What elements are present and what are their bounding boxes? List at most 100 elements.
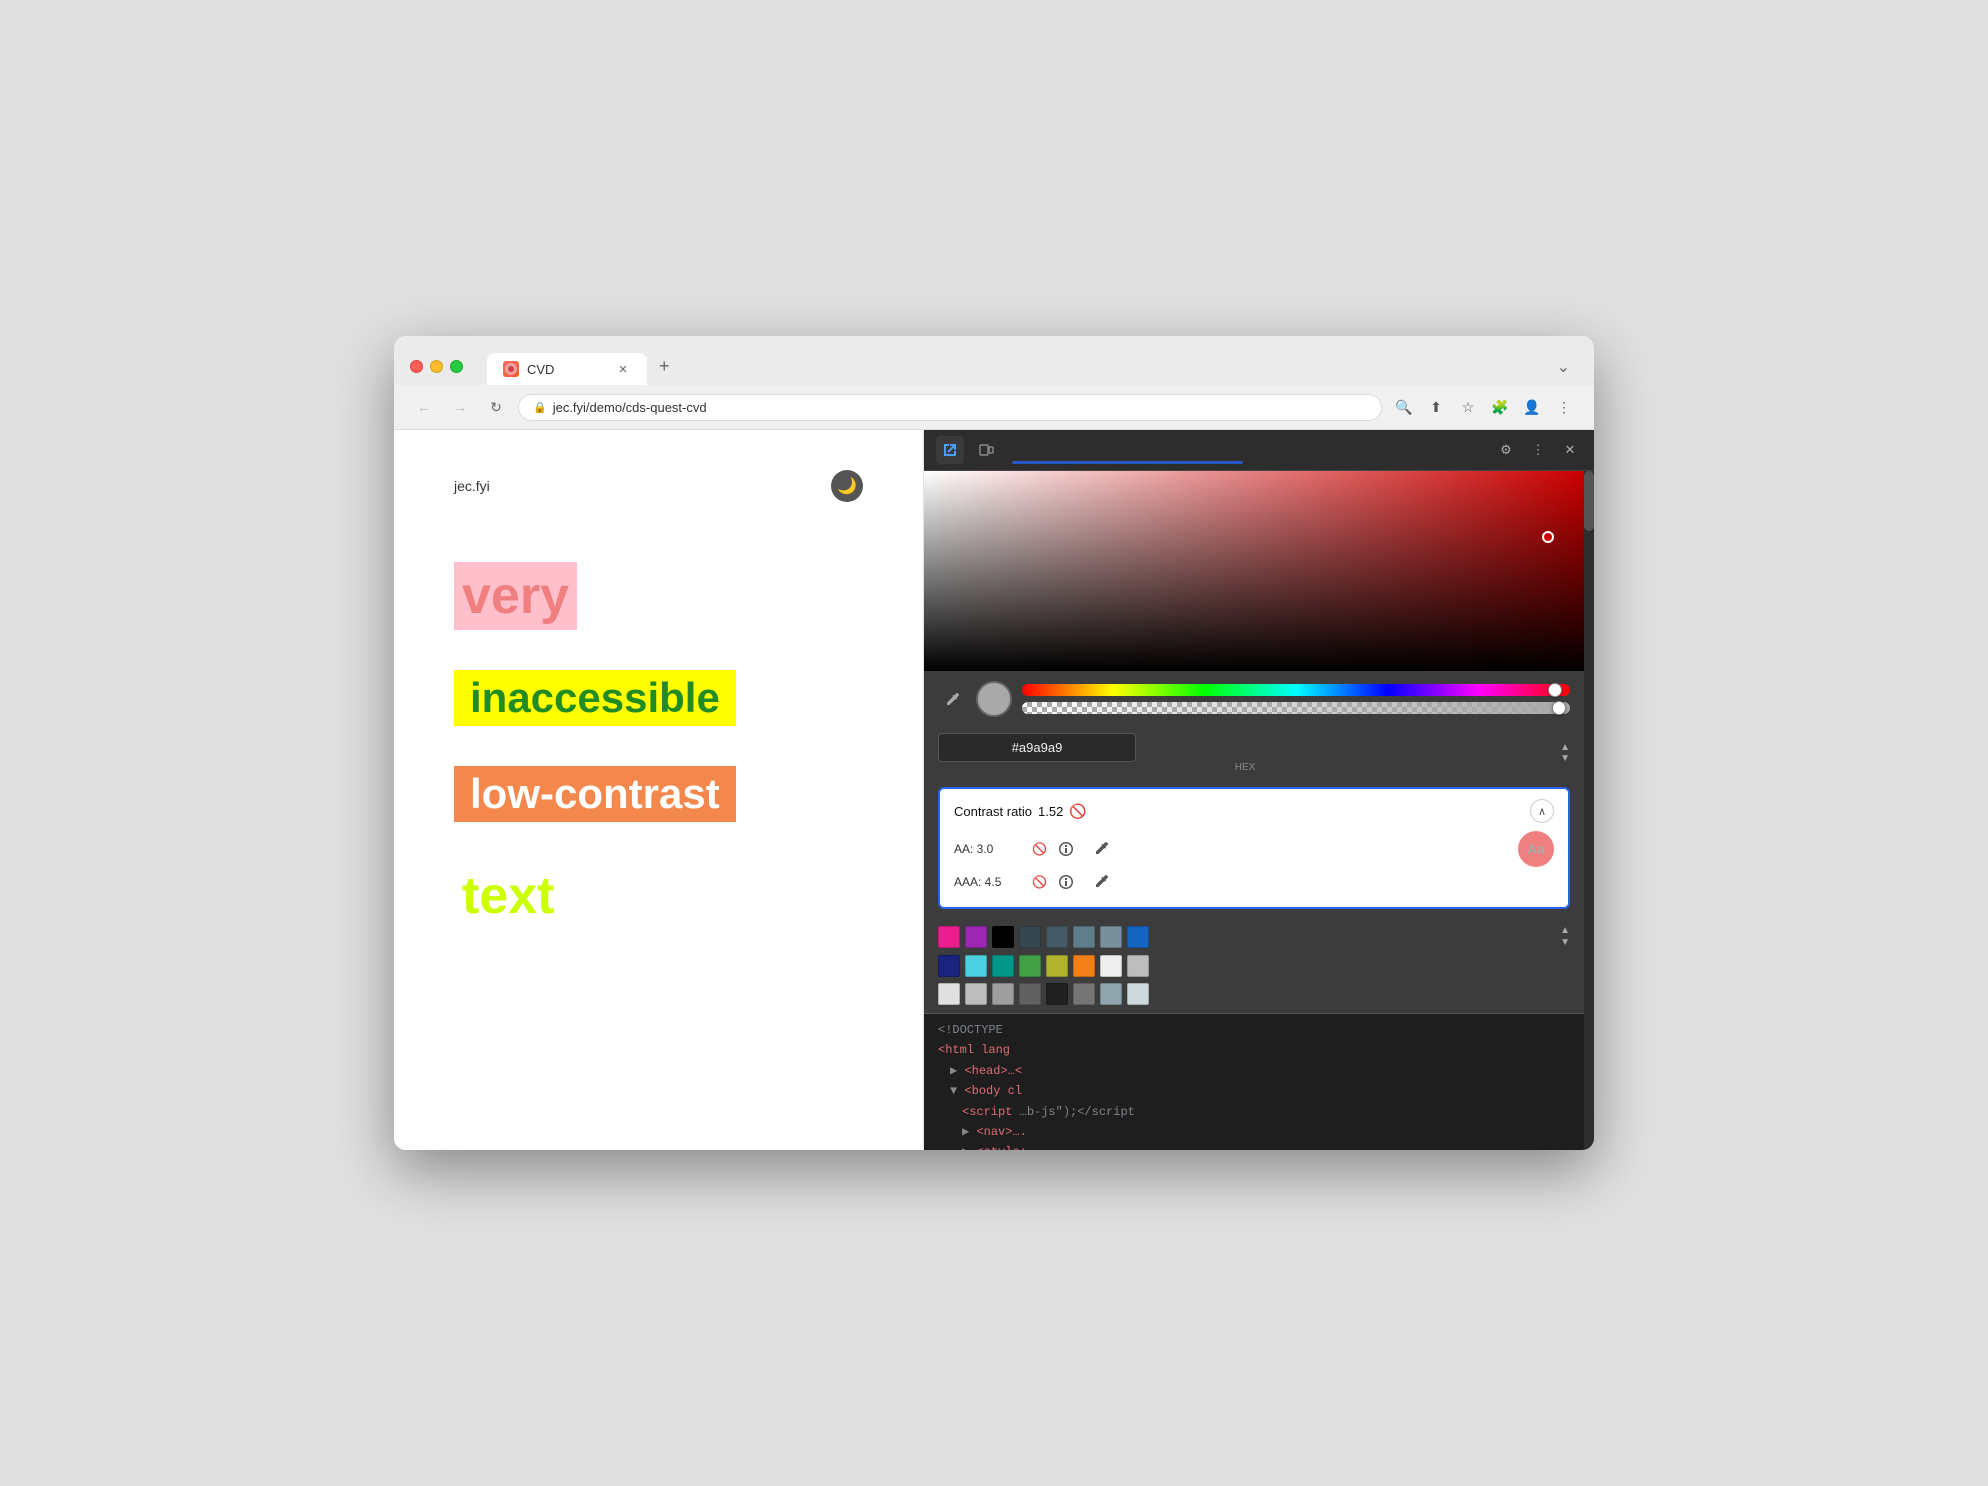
swatch-dark-blue[interactable]: [1127, 926, 1149, 948]
swatch-ice-blue[interactable]: [1127, 983, 1149, 1005]
share-button[interactable]: ⬆: [1422, 393, 1450, 421]
alpha-slider[interactable]: [1022, 702, 1570, 714]
hex-arrows[interactable]: ▲ ▼: [1560, 742, 1570, 764]
more-options-button[interactable]: ⋮: [1526, 438, 1550, 462]
swatch-purple[interactable]: [965, 926, 987, 948]
swatch-grey-3[interactable]: [992, 983, 1014, 1005]
hex-up-arrow[interactable]: ▲: [1560, 742, 1570, 753]
close-devtools-button[interactable]: ✕: [1558, 438, 1582, 462]
color-controls: [924, 671, 1584, 727]
scrollbar-thumb[interactable]: [1584, 471, 1594, 531]
demo-text-low-contrast: low-contrast: [454, 766, 736, 822]
dark-mode-button[interactable]: 🌙: [831, 470, 863, 502]
webpage-area: jec.fyi 🌙 very inaccessible low-contrast…: [394, 430, 924, 1150]
swatch-cyan[interactable]: [965, 955, 987, 977]
traffic-lights: [410, 360, 463, 373]
address-actions: 🔍 ⬆ ☆ 🧩 👤 ⋮: [1390, 393, 1578, 421]
tab-close-button[interactable]: ✕: [615, 361, 631, 377]
forward-button[interactable]: →: [446, 393, 474, 421]
swatch-very-dark[interactable]: [1046, 983, 1068, 1005]
color-gradient[interactable]: [924, 471, 1584, 671]
aa-fix-button[interactable]: [1055, 838, 1077, 860]
swatch-grey[interactable]: [1127, 955, 1149, 977]
demo-line-text: text: [454, 862, 863, 930]
swatch-blue-grey-3[interactable]: [1073, 926, 1095, 948]
swatch-blue-grey-dark[interactable]: [1019, 926, 1041, 948]
swatch-teal[interactable]: [992, 955, 1014, 977]
demo-line-low-contrast: low-contrast: [454, 766, 863, 822]
hue-thumb: [1548, 683, 1562, 697]
palette-row-1: ▲ ▼: [938, 925, 1570, 949]
search-button[interactable]: 🔍: [1390, 393, 1418, 421]
palette-row-2: [938, 955, 1570, 977]
reload-button[interactable]: ↻: [482, 393, 510, 421]
alpha-thumb: [1552, 701, 1566, 715]
swatch-pink[interactable]: [938, 926, 960, 948]
color-picker-panel: HEX ▲ ▼ Contrast ratio: [924, 471, 1584, 1014]
html-line-head[interactable]: ▶ <head>…<: [938, 1061, 1570, 1081]
swatch-amber[interactable]: [1073, 955, 1095, 977]
eyedropper-button[interactable]: [938, 685, 966, 713]
contrast-fail-icon: 🚫: [1069, 803, 1086, 820]
lock-icon: 🔒: [533, 401, 547, 414]
hue-slider[interactable]: [1022, 684, 1570, 696]
html-line-style[interactable]: ▶ <style:: [938, 1142, 1570, 1150]
contrast-ratio-label: Contrast ratio: [954, 804, 1032, 819]
maximize-window-button[interactable]: [450, 360, 463, 373]
hex-input[interactable]: [938, 733, 1136, 762]
html-line-html[interactable]: <html lang: [938, 1040, 1570, 1060]
back-button[interactable]: ←: [410, 393, 438, 421]
html-line-body[interactable]: ▼ <body cl: [938, 1081, 1570, 1101]
aaa-eyedropper[interactable]: [1093, 873, 1109, 892]
aaa-label: AAA: 4.5: [954, 875, 1024, 889]
browser-tab-cvd[interactable]: CVD ✕: [487, 353, 647, 385]
swatch-steel-blue[interactable]: [1100, 983, 1122, 1005]
devtools-toolbar: ⚙ ⋮ ✕: [924, 430, 1594, 471]
new-tab-button[interactable]: +: [647, 348, 682, 385]
profile-button[interactable]: 👤: [1518, 393, 1546, 421]
tab-menu-button[interactable]: ⌄: [1549, 349, 1578, 385]
swatch-navy[interactable]: [938, 955, 960, 977]
swatch-black[interactable]: [992, 926, 1014, 948]
inspector-tool-button[interactable]: [936, 436, 964, 464]
contrast-header: Contrast ratio 1.52 🚫 ∧: [954, 799, 1554, 823]
demo-text-text: text: [454, 862, 562, 930]
address-bar: ← → ↻ 🔒 jec.fyi/demo/cds-quest-cvd 🔍 ⬆ ☆…: [394, 385, 1594, 430]
swatch-green[interactable]: [1019, 955, 1041, 977]
extensions-button[interactable]: 🧩: [1486, 393, 1514, 421]
address-input[interactable]: 🔒 jec.fyi/demo/cds-quest-cvd: [518, 394, 1382, 421]
tab-title: CVD: [527, 362, 554, 377]
swatch-light-grey-2[interactable]: [938, 983, 960, 1005]
html-line-nav[interactable]: ▶ <nav>….: [938, 1122, 1570, 1142]
browser-window: CVD ✕ + ⌄ ← → ↻ 🔒 jec.fyi/demo/cds-quest…: [394, 336, 1594, 1150]
bookmark-button[interactable]: ☆: [1454, 393, 1482, 421]
contrast-aa-row: AA: 3.0 🚫: [954, 831, 1554, 867]
tabs-bar: CVD ✕ + ⌄: [487, 348, 1578, 385]
palette-up-arrow[interactable]: ▲: [1560, 925, 1570, 937]
swatch-blue-grey-4[interactable]: [1100, 926, 1122, 948]
contrast-expand-button[interactable]: ∧: [1530, 799, 1554, 823]
swatch-grey-2[interactable]: [965, 983, 987, 1005]
html-line-script[interactable]: <script …b-js");</script: [938, 1102, 1570, 1122]
contrast-ratio-box: Contrast ratio 1.52 🚫 ∧ AA: 3.0 🚫: [938, 787, 1570, 909]
aaa-fix-button[interactable]: [1055, 871, 1077, 893]
palette-arrows[interactable]: ▲ ▼: [1560, 925, 1570, 949]
devtools-scrollbar[interactable]: [1584, 471, 1594, 1150]
swatch-blue-grey-2[interactable]: [1046, 926, 1068, 948]
swatch-dark-grey[interactable]: [1019, 983, 1041, 1005]
swatch-light-grey[interactable]: [1100, 955, 1122, 977]
html-line-doctype: <!DOCTYPE: [938, 1020, 1570, 1040]
doctype-text: <!DOCTYPE: [938, 1023, 1003, 1037]
swatch-olive[interactable]: [1046, 955, 1068, 977]
settings-button[interactable]: ⚙: [1494, 438, 1518, 462]
minimize-window-button[interactable]: [430, 360, 443, 373]
close-window-button[interactable]: [410, 360, 423, 373]
device-tool-button[interactable]: [972, 436, 1000, 464]
palette-down-arrow[interactable]: ▼: [1560, 937, 1570, 949]
aa-fail-icon: 🚫: [1032, 842, 1047, 856]
aa-eyedropper[interactable]: [1093, 840, 1109, 859]
swatch-mid-grey[interactable]: [1073, 983, 1095, 1005]
hex-down-arrow[interactable]: ▼: [1560, 753, 1570, 764]
palette-row-3: [938, 983, 1570, 1005]
more-button[interactable]: ⋮: [1550, 393, 1578, 421]
